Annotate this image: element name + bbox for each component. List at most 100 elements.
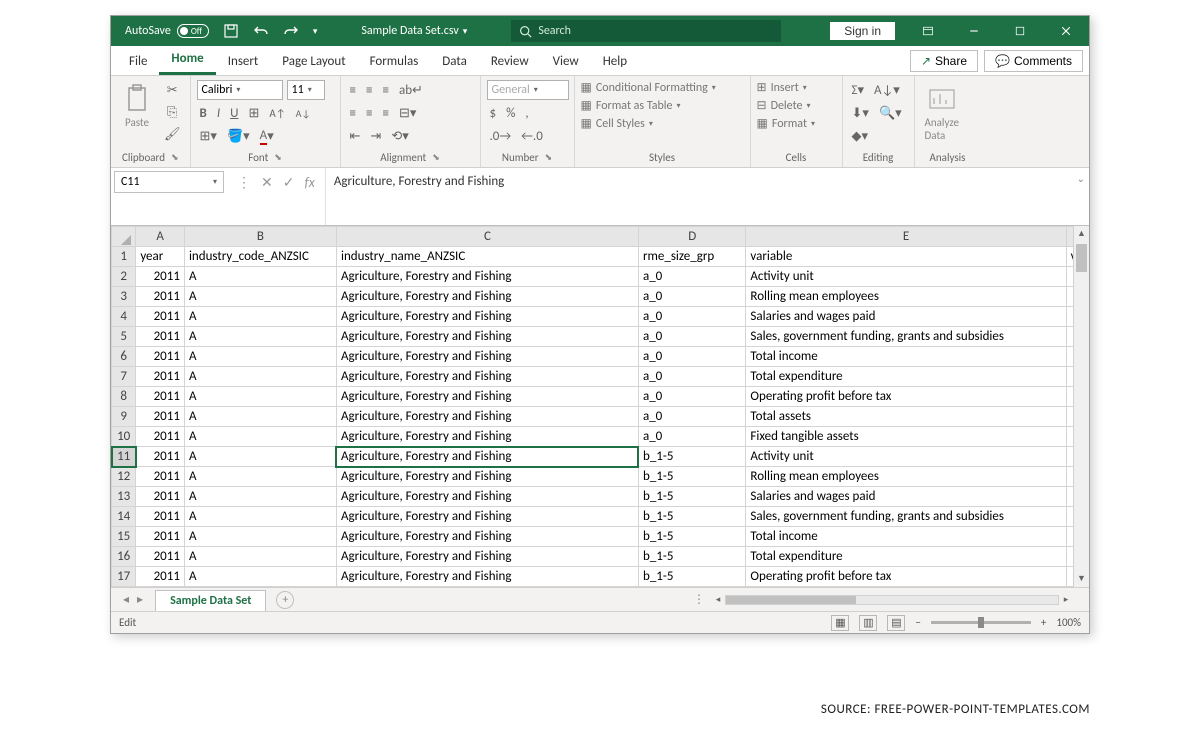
bold-button[interactable]: B [197,103,210,123]
cell[interactable]: Agriculture, Forestry and Fishing [336,567,638,587]
tab-view[interactable]: View [541,48,591,75]
minimize-button[interactable] [951,16,997,46]
cell[interactable]: A [184,267,336,287]
cell[interactable]: Salaries and wages paid [746,307,1066,327]
currency-button[interactable]: $ [487,103,500,123]
align-left-icon[interactable]: ≡ [347,103,359,123]
vertical-scrollbar[interactable]: ▲ ▼ [1073,226,1089,587]
sort-filter-icon[interactable]: A↓▾ [871,80,903,100]
cell[interactable]: b_1-5 [638,447,745,467]
cell[interactable]: b_1-5 [638,507,745,527]
align-middle-icon[interactable]: ≡ [363,80,375,100]
scroll-up-icon[interactable]: ▲ [1074,226,1089,242]
cell[interactable]: a_0 [638,267,745,287]
cell[interactable]: Total assets [746,407,1066,427]
cell[interactable]: a_0 [638,347,745,367]
cell[interactable]: Agriculture, Forestry and Fishing [336,487,638,507]
row-header-3[interactable]: 3 [112,287,136,307]
accept-formula-icon[interactable]: ✓ [283,174,295,191]
cell[interactable]: Activity unit [746,447,1066,467]
cell[interactable]: A [184,367,336,387]
expand-formula-icon[interactable]: ⌄ [1077,172,1085,185]
scroll-thumb[interactable] [1076,244,1087,272]
horizontal-scrollbar[interactable]: ⋮ ◂ ▸ [693,593,1073,607]
cell[interactable]: b_1-5 [638,487,745,507]
cell[interactable]: Operating profit before tax [746,567,1066,587]
decrease-indent-icon[interactable]: ⇤ [347,126,364,146]
percent-button[interactable]: % [503,103,518,123]
tab-page-layout[interactable]: Page Layout [270,48,357,75]
cell[interactable]: b_1-5 [638,567,745,587]
cell[interactable]: 2011 [136,447,185,467]
signin-button[interactable]: Sign in [830,22,895,40]
cell[interactable]: 2011 [136,527,185,547]
row-header-16[interactable]: 16 [112,547,136,567]
cell[interactable]: a_0 [638,387,745,407]
cell[interactable]: Agriculture, Forestry and Fishing [336,447,638,467]
tab-home[interactable]: Home [159,45,215,75]
format-as-table-button[interactable]: ▦Format as Table▾ [581,98,681,113]
normal-view-icon[interactable]: ▦ [831,615,849,631]
conditional-formatting-button[interactable]: ▦Conditional Formatting▾ [581,80,716,95]
maximize-button[interactable] [997,16,1043,46]
align-center-icon[interactable]: ≡ [363,103,375,123]
filename[interactable]: Sample Data Set.csv [361,24,458,38]
zoom-in-icon[interactable]: + [1041,616,1046,629]
scroll-right-icon[interactable]: ▸ [1059,594,1073,605]
delete-cells-button[interactable]: ⊟Delete▾ [757,98,811,113]
cell[interactable]: 2011 [136,307,185,327]
cell[interactable]: 2011 [136,507,185,527]
cancel-formula-icon[interactable]: ✕ [261,174,273,191]
font-launcher-icon[interactable]: ⬊ [274,152,282,163]
cell[interactable]: b_1-5 [638,467,745,487]
name-box[interactable]: C11▾ [114,171,224,193]
border-button[interactable]: ⊞ [245,103,262,123]
undo-icon[interactable] [253,23,269,39]
formula-options-icon[interactable]: ⋮ [237,174,251,191]
border-dropdown[interactable]: ⊞▾ [197,126,220,146]
cell[interactable]: 2011 [136,327,185,347]
cell[interactable]: Agriculture, Forestry and Fishing [336,267,638,287]
autosum-icon[interactable]: Σ▾ [849,80,868,100]
cell[interactable]: industry_code_ANZSIC [184,247,336,267]
cell[interactable]: 2011 [136,547,185,567]
fill-color-button[interactable]: 🪣▾ [224,126,253,146]
next-sheet-icon[interactable]: ▸ [137,592,143,607]
save-icon[interactable] [223,23,239,39]
cell[interactable]: A [184,527,336,547]
share-button[interactable]: ↗Share [910,50,978,72]
cell[interactable]: year [136,247,185,267]
col-header-A[interactable]: A [136,227,185,247]
row-header-7[interactable]: 7 [112,367,136,387]
row-header-13[interactable]: 13 [112,487,136,507]
paste-button[interactable]: Paste [117,80,157,131]
cell[interactable]: Agriculture, Forestry and Fishing [336,367,638,387]
cell[interactable]: A [184,487,336,507]
cell[interactable]: 2011 [136,267,185,287]
prev-sheet-icon[interactable]: ◂ [123,592,129,607]
cell[interactable]: 2011 [136,487,185,507]
increase-font-icon[interactable]: A↑ [266,103,288,123]
tab-review[interactable]: Review [479,48,541,75]
fx-icon[interactable]: fx [304,174,314,191]
scroll-down-icon[interactable]: ▼ [1074,571,1089,587]
cell[interactable]: Total expenditure [746,547,1066,567]
close-button[interactable] [1043,16,1089,46]
number-launcher-icon[interactable]: ⬊ [545,152,553,163]
cell[interactable]: A [184,407,336,427]
cell-styles-button[interactable]: ▦Cell Styles▾ [581,116,653,131]
search-box[interactable]: Search [511,20,781,42]
cell[interactable]: A [184,427,336,447]
cell[interactable]: 2011 [136,347,185,367]
underline-button[interactable]: U [227,103,241,123]
cell[interactable]: Agriculture, Forestry and Fishing [336,547,638,567]
increase-indent-icon[interactable]: ⇥ [367,126,384,146]
row-header-11[interactable]: 11 [112,447,136,467]
cell[interactable]: A [184,447,336,467]
add-sheet-button[interactable]: + [276,591,294,609]
zoom-out-icon[interactable]: − [915,616,920,629]
col-header-B[interactable]: B [184,227,336,247]
cell[interactable]: rme_size_grp [638,247,745,267]
cell[interactable]: Agriculture, Forestry and Fishing [336,307,638,327]
hscroll-thumb[interactable] [726,596,856,604]
